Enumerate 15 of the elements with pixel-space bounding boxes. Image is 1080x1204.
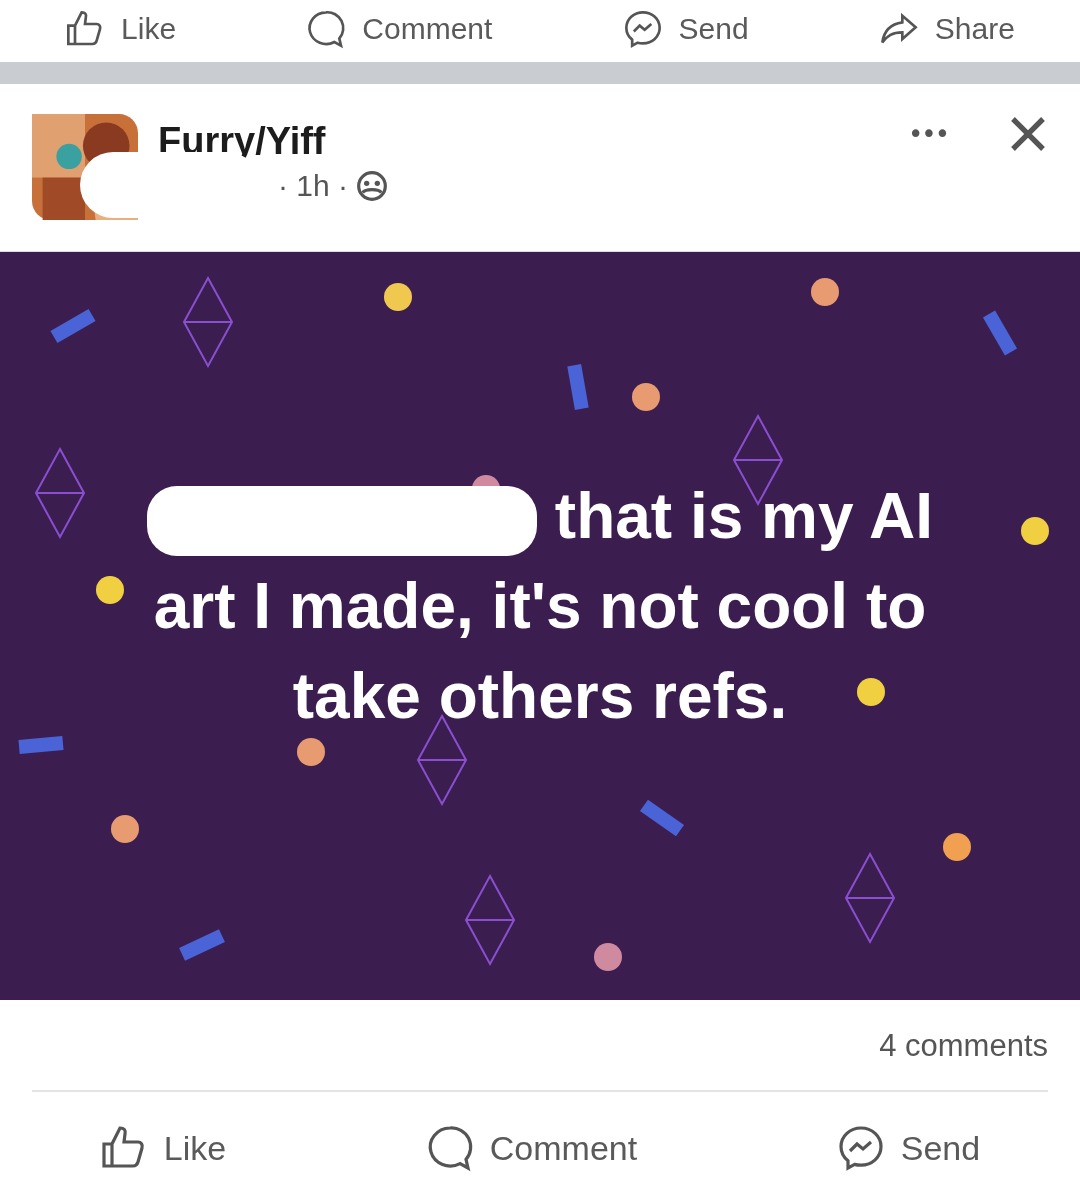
action-button[interactable]: Comment [306, 9, 493, 49]
action-button[interactable]: Comment [425, 1124, 638, 1172]
group-name[interactable]: Furry/Yiff [158, 120, 908, 163]
action-button[interactable]: Like [99, 1124, 227, 1172]
post-time: · 1h · [278, 169, 349, 203]
action-button[interactable]: Send [622, 9, 749, 49]
comment-count[interactable]: 4 comments [879, 1028, 1048, 1062]
messenger-icon [836, 1124, 885, 1172]
action-button[interactable]: Share [878, 9, 1015, 49]
messenger-icon [622, 9, 663, 49]
post-text: that is my AI art I made, it's not cool to take others refs. [100, 471, 980, 741]
more-options-button[interactable]: ••• [908, 119, 948, 149]
action-button[interactable]: Like [65, 9, 177, 49]
speech-bubble-icon [306, 9, 347, 49]
action-button[interactable]: Send [836, 1124, 981, 1172]
